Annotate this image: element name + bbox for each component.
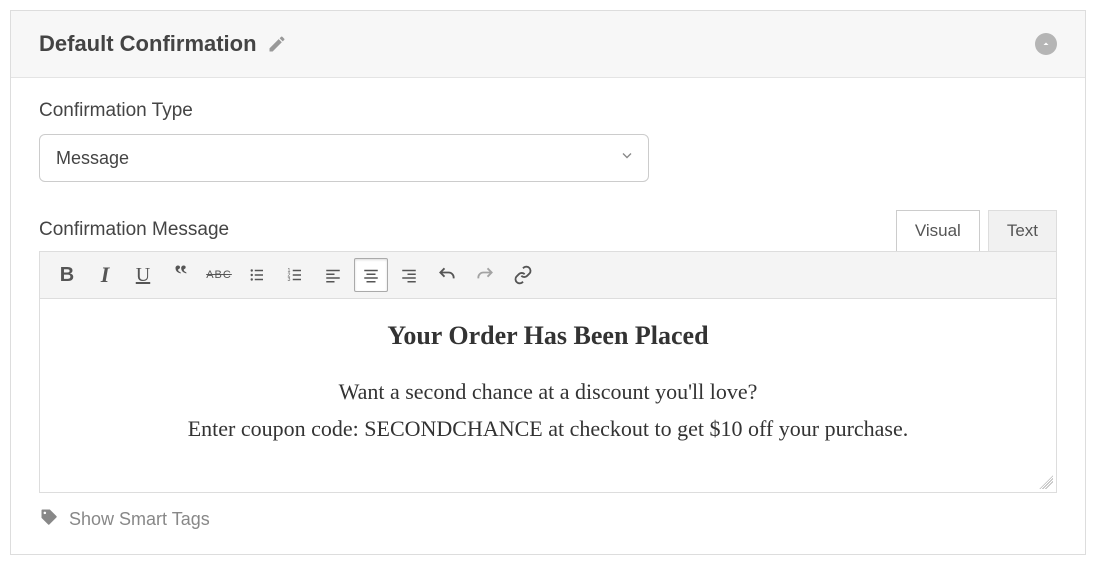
chevron-up-icon[interactable] — [1035, 33, 1057, 55]
resize-handle[interactable] — [1039, 475, 1053, 489]
smart-tags-label: Show Smart Tags — [69, 509, 210, 530]
link-button[interactable] — [506, 258, 540, 292]
bold-button[interactable]: B — [50, 258, 84, 292]
undo-button[interactable] — [430, 258, 464, 292]
panel-title: Default Confirmation — [39, 31, 257, 57]
tab-visual[interactable]: Visual — [896, 210, 980, 251]
svg-text:3: 3 — [288, 277, 291, 283]
editor-heading: Your Order Has Been Placed — [80, 321, 1016, 351]
tag-icon — [39, 507, 59, 532]
confirmation-type-select[interactable] — [39, 134, 649, 182]
editor-tabs: Visual Text — [896, 210, 1057, 251]
panel-body: Confirmation Type Confirmation Message V… — [11, 78, 1085, 554]
editor-line-2: Enter coupon code: SECONDCHANCE at check… — [188, 416, 909, 441]
underline-button[interactable]: U — [126, 258, 160, 292]
align-left-button[interactable] — [316, 258, 350, 292]
numbered-list-button[interactable]: 123 — [278, 258, 312, 292]
tab-text[interactable]: Text — [988, 210, 1057, 251]
bullet-list-button[interactable] — [240, 258, 274, 292]
align-right-button[interactable] — [392, 258, 426, 292]
panel-header: Default Confirmation — [11, 11, 1085, 78]
strikethrough-button[interactable]: ABC — [202, 258, 236, 292]
align-center-button[interactable] — [354, 258, 388, 292]
editor-content[interactable]: Your Order Has Been Placed Want a second… — [40, 299, 1056, 492]
italic-button[interactable]: I — [88, 258, 122, 292]
confirmation-message-label: Confirmation Message — [39, 219, 229, 241]
editor-line-1: Want a second chance at a discount you'l… — [339, 379, 758, 404]
confirmation-type-label: Confirmation Type — [39, 100, 1057, 122]
editor-toolbar: B I U ‟ ABC 123 — [40, 252, 1056, 299]
rich-text-editor: B I U ‟ ABC 123 — [39, 251, 1057, 493]
show-smart-tags-link[interactable]: Show Smart Tags — [39, 507, 1057, 532]
pencil-icon[interactable] — [267, 34, 287, 54]
redo-button[interactable] — [468, 258, 502, 292]
confirmation-panel: Default Confirmation Confirmation Type C… — [10, 10, 1086, 555]
quote-button[interactable]: ‟ — [164, 258, 198, 292]
